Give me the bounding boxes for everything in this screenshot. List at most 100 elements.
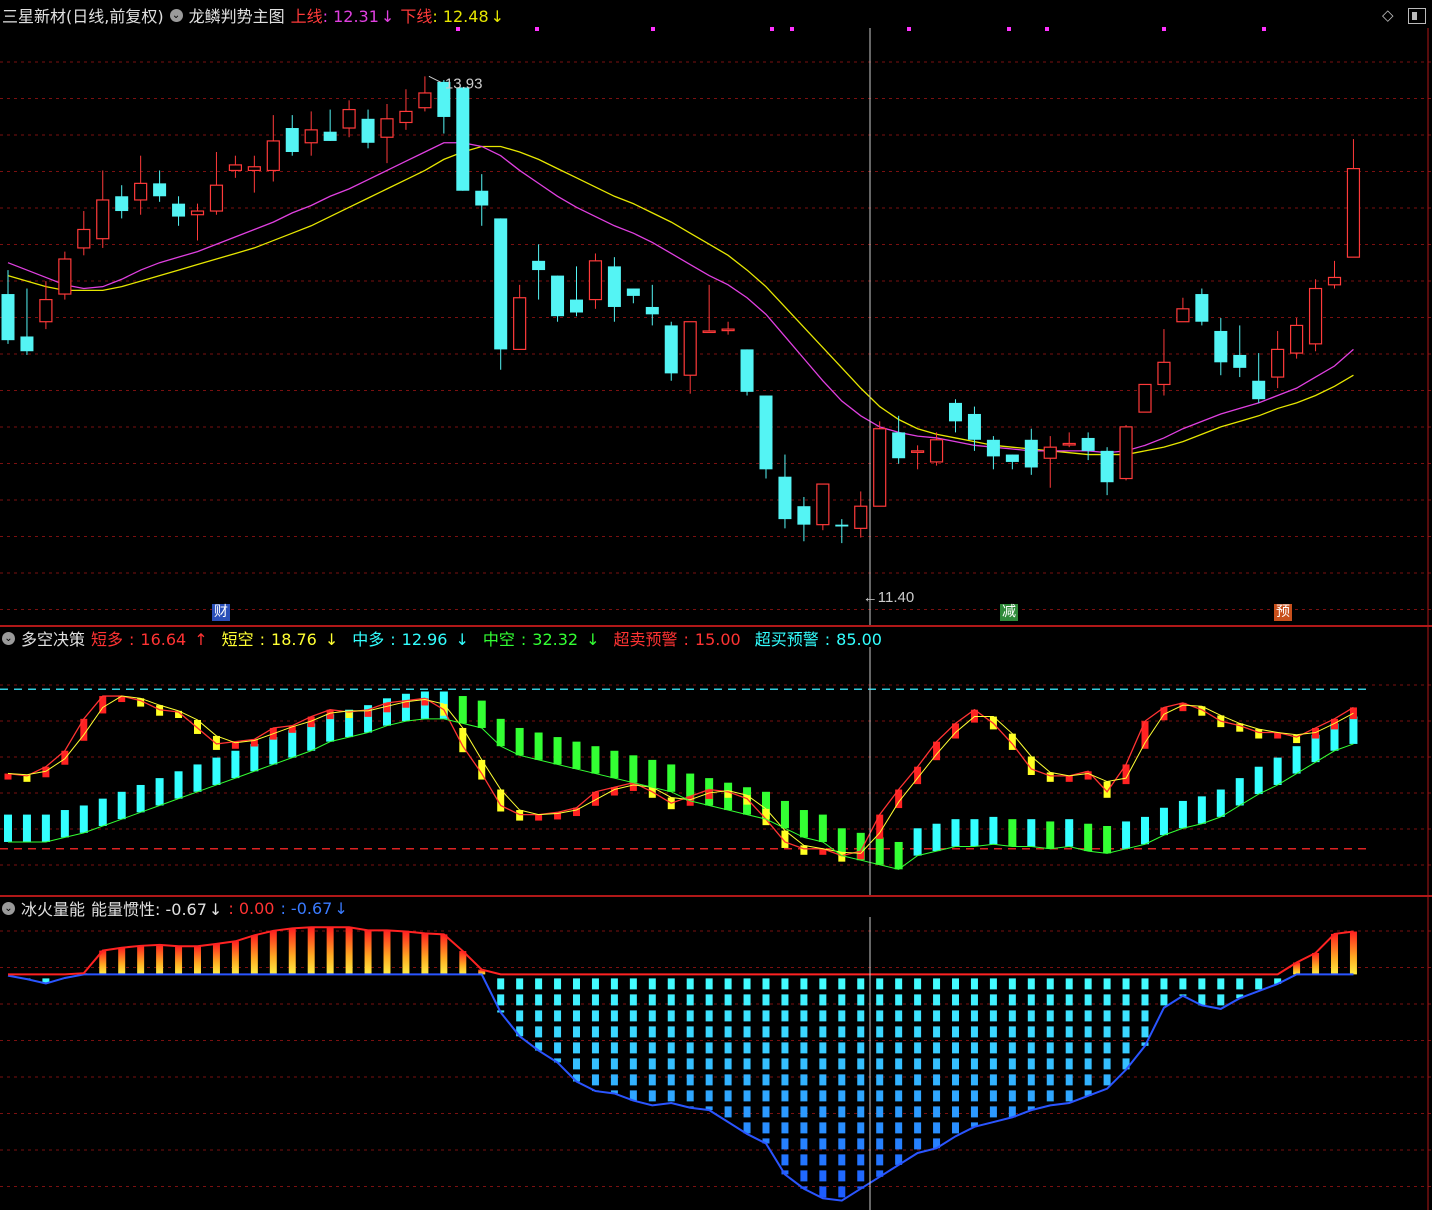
- stock-title[interactable]: 三星新材(日线,前复权): [2, 3, 164, 27]
- candle-body: [115, 196, 129, 212]
- long-bar: [799, 810, 808, 838]
- duokong-item-2: 中多:12.96 ↓: [352, 630, 469, 649]
- long-bar: [1216, 789, 1225, 817]
- duokong-item-1: 短空:18.76 ↓: [221, 630, 339, 649]
- readout-value: 16.64: [140, 630, 187, 649]
- diamond-icon[interactable]: ◇: [1382, 6, 1394, 24]
- energy-ice-bar: [1255, 978, 1263, 990]
- energy-ice-bar: [724, 978, 732, 1118]
- long-bar: [780, 800, 789, 829]
- candle-body: [475, 190, 489, 206]
- long-bar: [970, 819, 979, 847]
- candle-body: [1271, 348, 1285, 378]
- event-marker-reduce[interactable]: 减: [1000, 604, 1018, 621]
- signal-dot: [1007, 27, 1011, 31]
- main-chart-panel[interactable]: 13.93 ←11.40 三星新材(日线,前复权) ⌄ 龙鳞判势主图 上线: 12…: [0, 0, 1432, 625]
- energy-title[interactable]: 冰火量能: [21, 896, 85, 920]
- long-bar: [989, 816, 998, 845]
- energy-ice-bar: [800, 978, 808, 1189]
- long-bar: [250, 743, 259, 772]
- indicator-dropdown-icon[interactable]: ⌄: [2, 901, 15, 915]
- candle-body: [702, 330, 716, 334]
- energy-ice-bar: [819, 978, 827, 1198]
- candle-body: [134, 182, 148, 201]
- energy-panel[interactable]: ⌄ 冰火量能 能量惯性: -0.67 ↓ : 0.00 : -0.67 ↓: [0, 897, 1432, 1210]
- long-bar: [667, 764, 676, 792]
- event-marker-finance[interactable]: 财: [212, 604, 230, 621]
- long-bar: [1349, 716, 1358, 744]
- energy-fire-bar: [1331, 933, 1338, 975]
- candle-body: [39, 298, 53, 323]
- energy-ice-bar: [573, 978, 580, 1082]
- short-signal-line: [7, 695, 1354, 854]
- candle-body: [58, 258, 72, 295]
- duokong-item-3: 中空:32.32 ↓: [482, 630, 600, 649]
- candle-body: [1289, 324, 1304, 354]
- signal-dot: [456, 27, 460, 31]
- long-bar: [193, 764, 202, 792]
- long-bar: [515, 727, 524, 756]
- ma-slow-line: [7, 145, 1354, 456]
- readout-label: 中多: [352, 630, 385, 649]
- candle-body: [759, 395, 773, 470]
- candle-body: [778, 476, 792, 520]
- duokong-readouts: 短多:16.64 ↑ 短空:18.76 ↓ 中多:12.96 ↓ 中空:32.32 ↓ 超卖预警…: [91, 626, 896, 650]
- indicator-dropdown-icon[interactable]: ⌄: [169, 8, 183, 22]
- long-bar: [1046, 821, 1055, 849]
- energy-ice-bar: [535, 978, 543, 1051]
- energy-ice-bar: [1160, 978, 1168, 1006]
- energy-fire-bar: [421, 933, 429, 975]
- candlestick-chart[interactable]: 13.93 ←11.40: [0, 0, 1432, 625]
- duokong-header: ⌄ 多空决策 短多:16.64 ↑ 短空:18.76 ↓ 中多:12.96 ↓ 中空:32.…: [2, 627, 902, 649]
- indicator-dropdown-icon[interactable]: ⌄: [2, 631, 15, 645]
- energy-ice-bar: [876, 978, 884, 1177]
- candle-body: [342, 108, 356, 129]
- energy-ice-bar: [686, 978, 694, 1108]
- energy-fire-bar: [288, 928, 296, 975]
- long-bar: [1178, 800, 1187, 829]
- duokong-title[interactable]: 多空决策: [21, 626, 85, 650]
- readout-label: 短多: [91, 630, 124, 649]
- energy-ice-bar: [762, 978, 770, 1144]
- energy-ice-bar: [970, 978, 978, 1127]
- energy-chart[interactable]: [0, 897, 1432, 1210]
- down-arrow-icon: ↓: [490, 7, 505, 26]
- candle-body: [1233, 354, 1247, 368]
- arrow-icon: ↓: [586, 630, 600, 649]
- energy-ice-bar: [705, 978, 713, 1111]
- short-line: [7, 695, 1354, 857]
- readout-label: 超买预警: [754, 630, 819, 649]
- long-bar: [1027, 819, 1036, 847]
- long-bar: [894, 841, 903, 870]
- energy-fire-bar: [1312, 952, 1320, 975]
- energy-fire-bar: [269, 930, 277, 975]
- candle-body: [1043, 446, 1057, 459]
- arrow-icon: ↑: [194, 630, 208, 649]
- energy-ice-bar: [857, 978, 865, 1189]
- readout-value: 85.00: [836, 630, 882, 649]
- long-bar: [951, 819, 960, 847]
- candle-body: [1195, 294, 1209, 322]
- signal-dot: [1162, 27, 1166, 31]
- duokong-item-4: 超卖预警:15.00: [613, 630, 741, 649]
- long-bar: [155, 778, 164, 806]
- long-bar: [1254, 766, 1263, 795]
- energy-ice-bar: [989, 978, 997, 1118]
- duokong-chart[interactable]: [0, 627, 1432, 895]
- candle-body: [209, 184, 224, 212]
- long-bar: [1292, 746, 1301, 774]
- energy-ice-bar: [1008, 978, 1016, 1118]
- energy-ice-bar: [1084, 978, 1092, 1096]
- candle-body: [1252, 380, 1266, 400]
- event-marker-forecast[interactable]: 预: [1274, 604, 1292, 621]
- candle-body: [456, 87, 470, 191]
- arrow-icon: ↓: [455, 630, 469, 649]
- readout-value: 32.32: [532, 630, 579, 649]
- duokong-panel[interactable]: ⌄ 多空决策 短多:16.64 ↑ 短空:18.76 ↓ 中多:12.96 ↓ 中空:32.…: [0, 627, 1432, 895]
- indicator-name[interactable]: 龙鳞判势主图: [189, 3, 285, 27]
- candle-body: [266, 140, 280, 172]
- candle-body: [247, 166, 261, 172]
- window-restore-icon[interactable]: [1408, 8, 1426, 24]
- candle-body: [1308, 287, 1323, 345]
- candle-body: [190, 210, 205, 216]
